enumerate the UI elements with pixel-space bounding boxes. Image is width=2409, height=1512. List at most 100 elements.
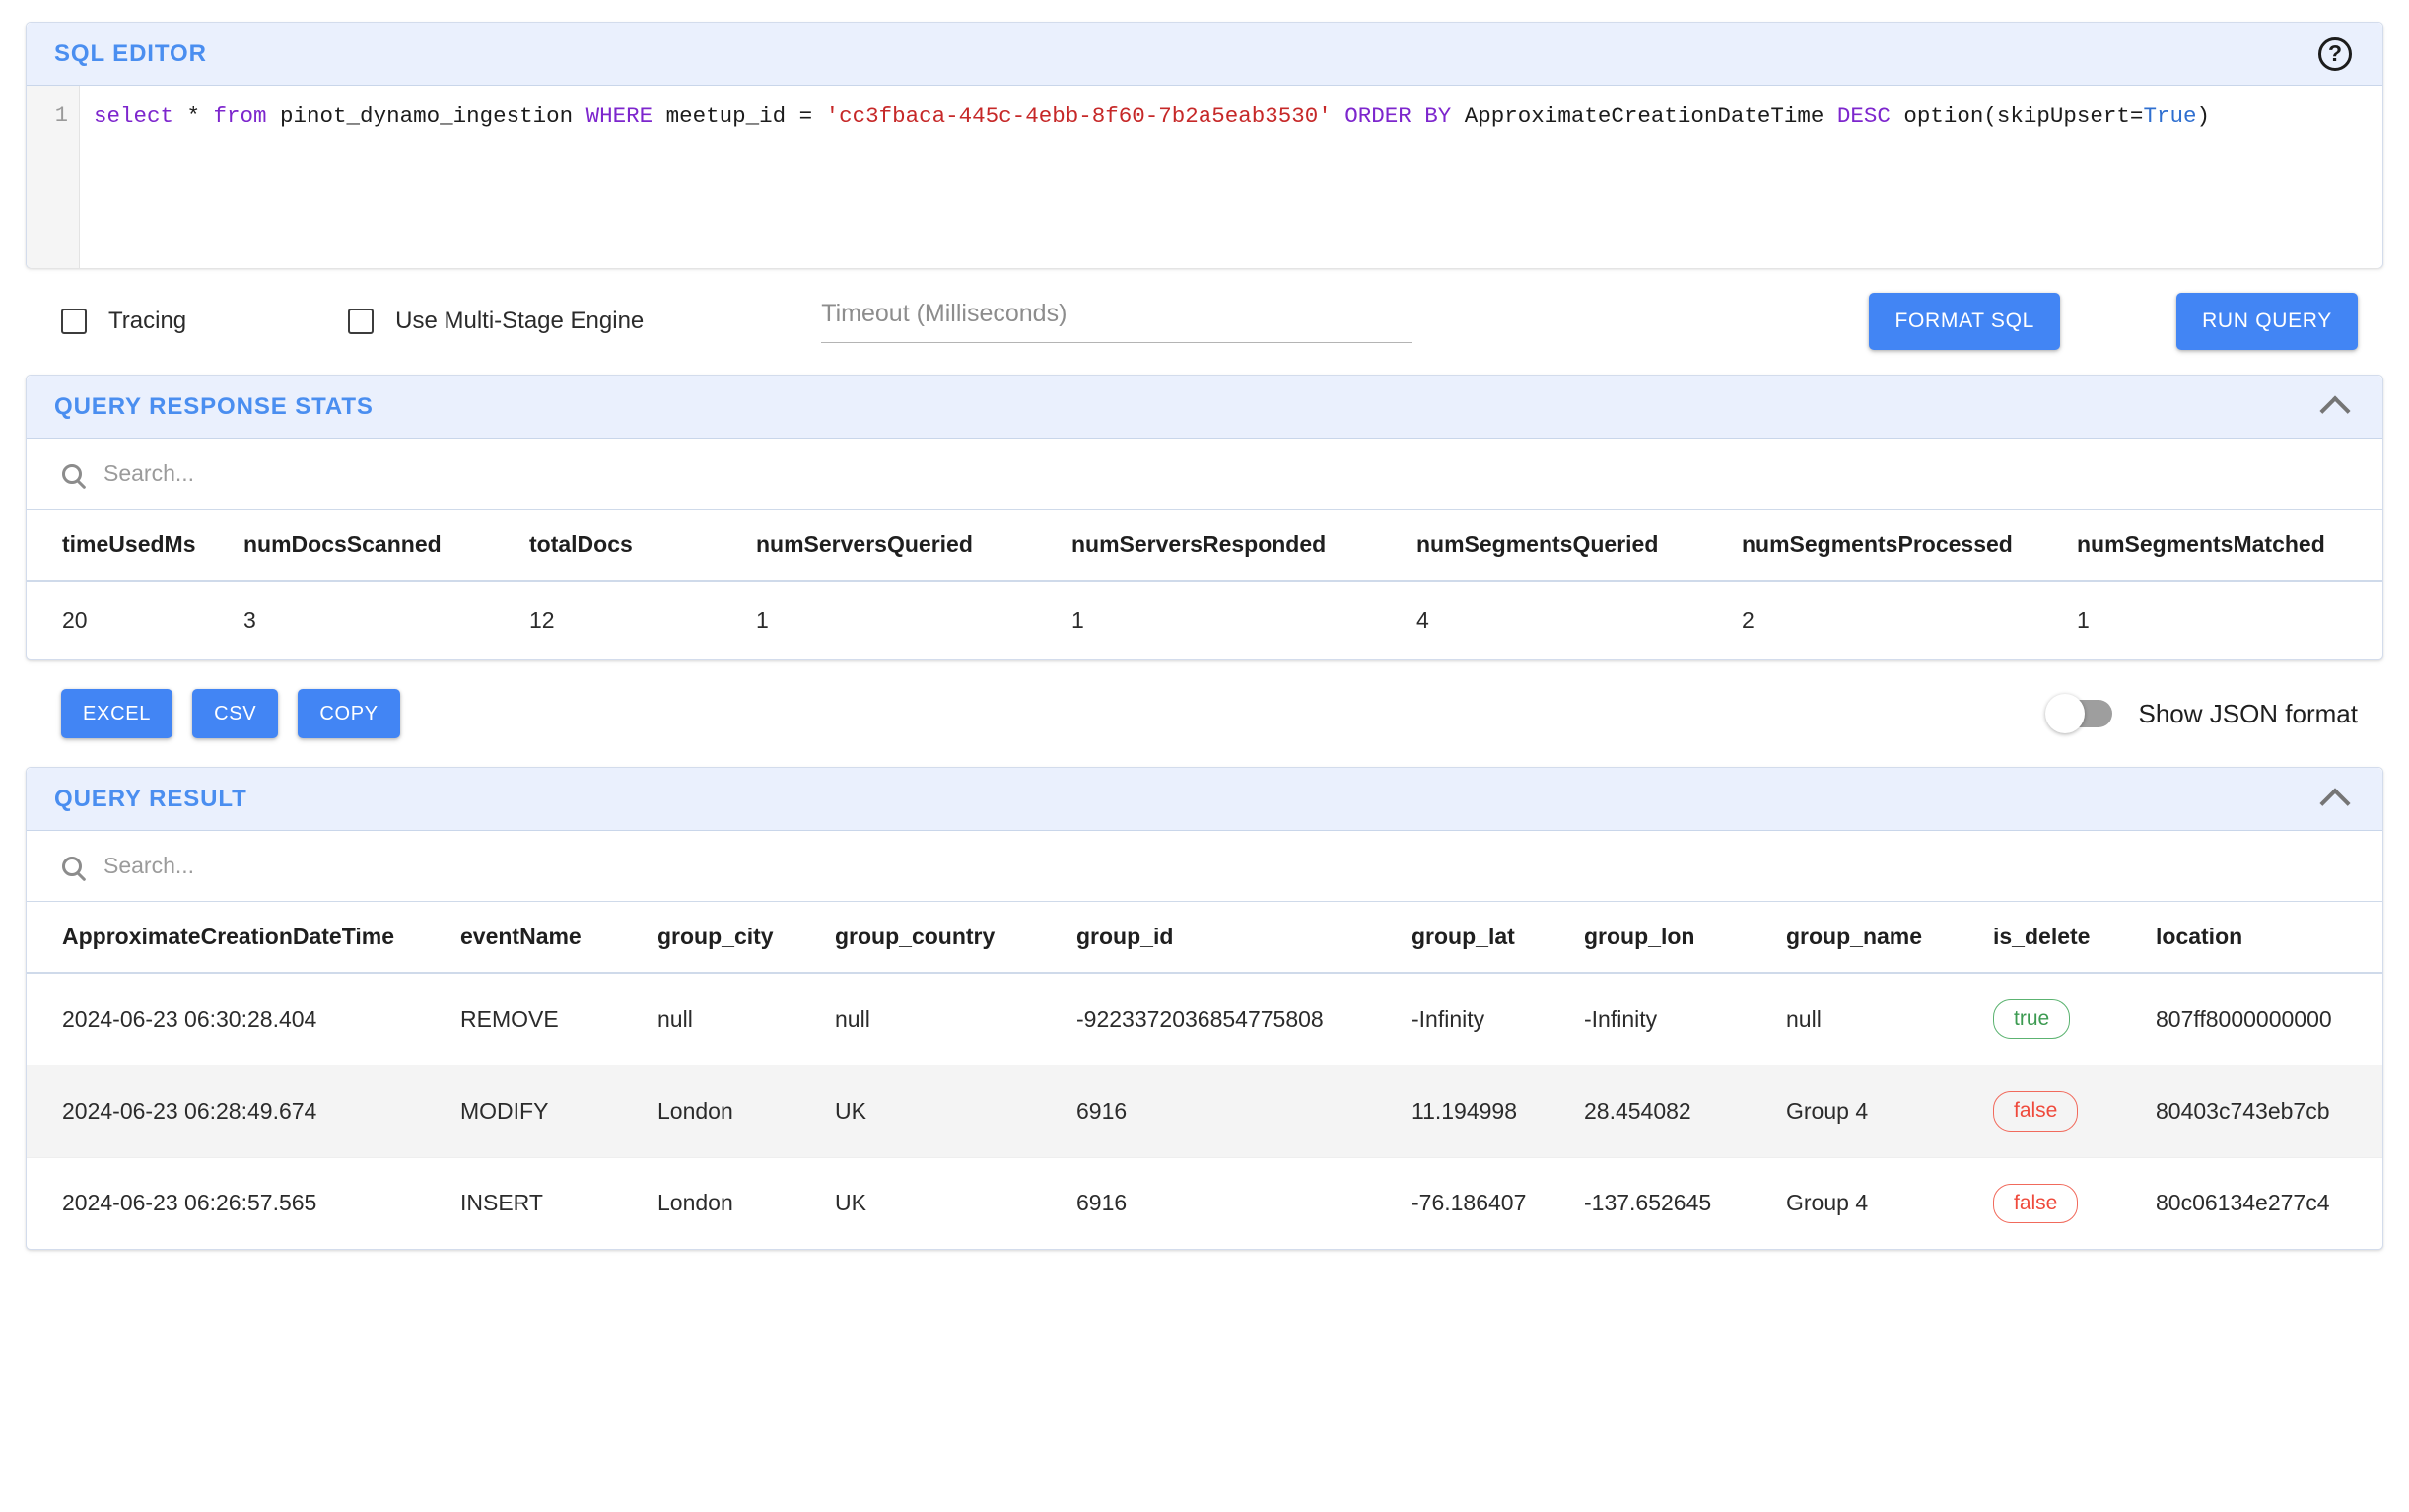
stats-column-header[interactable]: numSegmentsMatched <box>2077 510 2382 582</box>
help-button[interactable]: ? <box>2313 33 2357 76</box>
result-cell: 2024-06-23 06:28:49.674 <box>27 1065 460 1158</box>
result-cell: null <box>657 973 835 1066</box>
result-cell: 28.454082 <box>1584 1065 1786 1158</box>
collapse-result-button[interactable] <box>2313 778 2357 821</box>
toggle-knob <box>2045 694 2086 733</box>
json-format-toggle-wrap[interactable]: Show JSON format <box>2045 694 2358 733</box>
sql-token: ApproximateCreationDateTime <box>1451 103 1837 129</box>
query-result-header[interactable]: QUERY RESULT <box>27 768 2382 831</box>
query-controls-row: Tracing Use Multi-Stage Engine Timeout (… <box>26 268 2383 375</box>
result-column-header[interactable]: ApproximateCreationDateTime <box>27 902 460 974</box>
stats-cell: 4 <box>1416 607 1429 633</box>
result-table: ApproximateCreationDateTime eventName grou… <box>27 902 2382 1249</box>
timeout-input[interactable]: Timeout (Milliseconds) <box>821 300 1413 343</box>
result-search-placeholder: Search... <box>103 853 195 878</box>
result-column-header[interactable]: eventName <box>460 902 657 974</box>
tracing-checkbox[interactable]: Tracing <box>61 308 186 335</box>
result-cell: -Infinity <box>1584 973 1786 1066</box>
help-circle-icon: ? <box>2318 36 2352 71</box>
result-cell: Group 4 <box>1786 1190 1869 1216</box>
sql-token: option(skipUpsert= <box>1890 103 2144 129</box>
result-cell: 80403c743eb7cb <box>2156 1065 2382 1158</box>
stats-column-header[interactable]: totalDocs <box>529 510 756 582</box>
excel-export-button[interactable]: EXCEL <box>61 689 173 738</box>
csv-export-button[interactable]: CSV <box>192 689 279 738</box>
result-cell: null <box>835 973 1076 1066</box>
sql-editor-card: SQL EDITOR ? 1 select * from pinot_dynam… <box>26 22 2383 268</box>
show-json-format-label: Show JSON format <box>2138 698 2358 728</box>
stats-header-row: timeUsedMs numDocsScanned totalDocs numServ… <box>27 510 2382 582</box>
result-cell: 807ff8000000000 <box>2156 973 2382 1066</box>
stats-cell: 1 <box>756 607 769 633</box>
stats-search-placeholder: Search... <box>103 460 195 486</box>
sql-token: ORDER BY <box>1344 103 1452 129</box>
stats-column-header[interactable]: numSegmentsProcessed <box>1742 510 2077 582</box>
show-json-format-toggle[interactable] <box>2045 694 2113 733</box>
is-delete-badge: false <box>1993 1183 2079 1223</box>
stats-column-header[interactable]: numDocsScanned <box>243 510 529 582</box>
result-cell: INSERT <box>460 1190 543 1216</box>
sql-token: select <box>94 103 174 129</box>
result-column-header[interactable]: location <box>2156 902 2382 974</box>
sql-editor-body[interactable]: 1 select * from pinot_dynamo_ingestion W… <box>27 86 2382 268</box>
result-cell: MODIFY <box>460 1065 657 1158</box>
search-icon <box>62 463 82 484</box>
sql-token: ) <box>2196 103 2210 129</box>
query-console-page: SQL EDITOR ? 1 select * from pinot_dynam… <box>0 0 2409 1250</box>
result-column-header[interactable]: is_delete <box>1993 902 2156 974</box>
collapse-stats-button[interactable] <box>2313 385 2357 429</box>
stats-column-header[interactable]: numServersQueried <box>756 510 1071 582</box>
run-query-button[interactable]: RUN QUERY <box>2176 293 2358 350</box>
result-cell: -Infinity <box>1411 973 1584 1066</box>
result-cell: true <box>1993 973 2156 1066</box>
stats-table-row: 20312114214 <box>27 581 2382 659</box>
sql-token: meetup_id = <box>653 103 826 129</box>
stats-body: 20312114214 <box>27 581 2382 659</box>
result-search-row[interactable]: Search... <box>27 831 2382 902</box>
is-delete-badge: true <box>1993 999 2071 1040</box>
sql-editor-header: SQL EDITOR ? <box>27 23 2382 86</box>
result-cell: 2024-06-23 06:30:28.404 <box>27 973 460 1066</box>
result-table-row: 2024-06-23 06:26:57.565 INSERT London UK 691… <box>27 1157 2382 1249</box>
result-table-row: 2024-06-23 06:30:28.404 REMOVE null null -92… <box>27 973 2382 1066</box>
sql-code-area[interactable]: select * from pinot_dynamo_ingestion WHE… <box>80 86 2382 268</box>
sql-token: WHERE <box>585 103 654 129</box>
stats-table: timeUsedMs numDocsScanned totalDocs numServ… <box>27 510 2382 659</box>
stats-search-row[interactable]: Search... <box>27 439 2382 510</box>
checkbox-box-multistage <box>348 309 375 334</box>
result-cell: REMOVE <box>460 973 657 1066</box>
stats-cell: 3 <box>243 607 256 633</box>
query-response-stats-card: QUERY RESPONSE STATS Search... timeUsedM… <box>26 375 2383 660</box>
chevron-up-icon <box>2319 394 2351 427</box>
result-column-header[interactable]: group_country <box>835 902 1076 974</box>
line-number-gutter: 1 <box>27 86 80 268</box>
result-cell: null <box>1786 973 1993 1066</box>
result-column-header[interactable]: group_lat <box>1411 902 1584 974</box>
stats-cell: 1 <box>1071 607 1084 633</box>
multistage-checkbox[interactable]: Use Multi-Stage Engine <box>348 308 644 335</box>
result-column-header[interactable]: group_id <box>1076 902 1411 974</box>
format-sql-button[interactable]: FORMAT SQL <box>1869 293 2061 350</box>
chevron-up-icon <box>2319 787 2351 819</box>
stats-cell: 12 <box>529 607 555 633</box>
result-cell: -9223372036854775808 <box>1076 973 1411 1066</box>
result-cell: false <box>1993 1065 2156 1158</box>
copy-button[interactable]: COPY <box>298 689 400 738</box>
result-cell: -76.186407 <box>1411 1190 1527 1216</box>
result-column-header[interactable]: group_lon <box>1584 902 1786 974</box>
export-row: EXCEL CSV COPY Show JSON format <box>26 660 2383 767</box>
result-cell: 6916 <box>1076 1065 1411 1158</box>
result-cell: 11.194998 <box>1411 1065 1584 1158</box>
sql-token: True <box>2143 103 2197 129</box>
stats-column-header[interactable]: numServersResponded <box>1071 510 1416 582</box>
sql-query-text: select * from pinot_dynamo_ingestion WHE… <box>94 103 2210 129</box>
stats-cell: 20 <box>62 607 88 633</box>
result-table-row: 2024-06-23 06:28:49.674 MODIFY London UK 691… <box>27 1065 2382 1158</box>
result-column-header[interactable]: group_name <box>1786 902 1993 974</box>
sql-token: pinot_dynamo_ingestion <box>266 103 586 129</box>
result-column-header[interactable]: group_city <box>657 902 835 974</box>
stats-column-header[interactable]: timeUsedMs <box>27 510 243 582</box>
stats-column-header[interactable]: numSegmentsQueried <box>1416 510 1742 582</box>
query-response-stats-header[interactable]: QUERY RESPONSE STATS <box>27 376 2382 439</box>
